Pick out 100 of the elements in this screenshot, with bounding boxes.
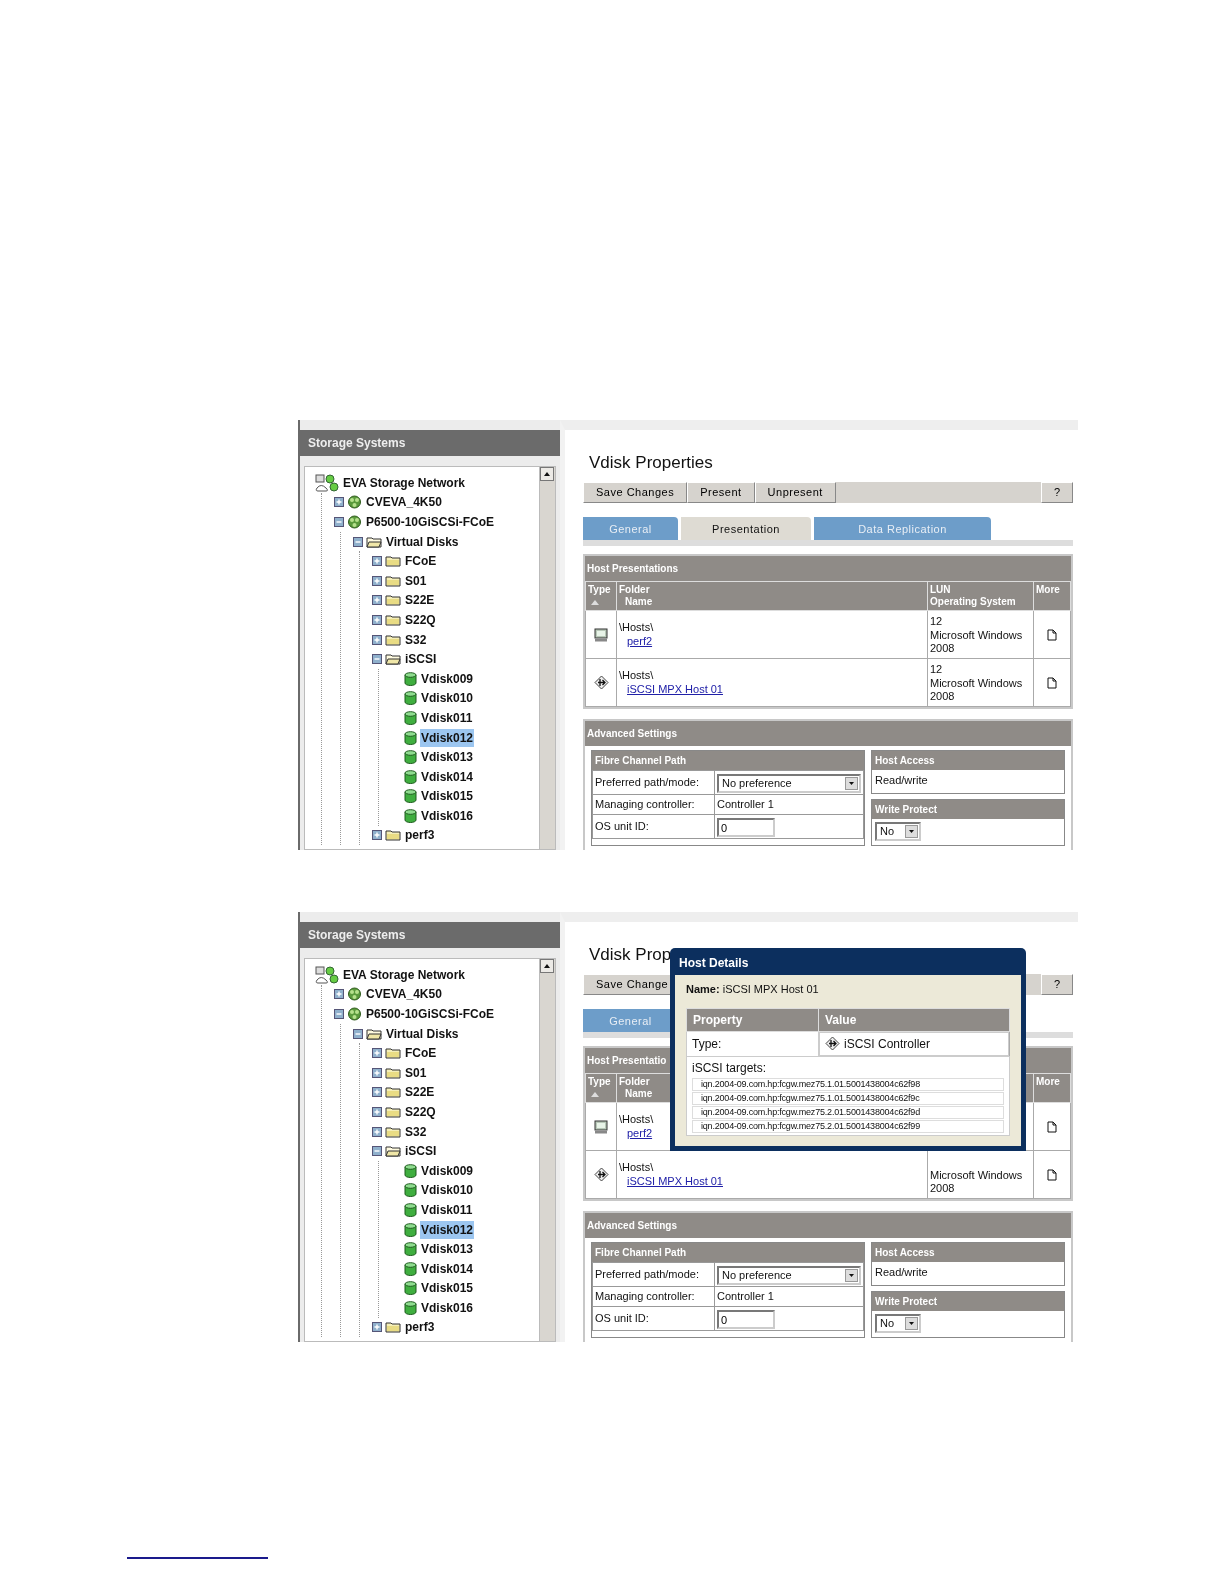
tree-item[interactable]: Vdisk012 xyxy=(420,1220,475,1239)
expand-icon[interactable] xyxy=(372,614,382,625)
scrollbar[interactable] xyxy=(539,467,555,849)
field-label: OS unit ID: xyxy=(595,1312,649,1325)
host-link[interactable]: iSCSI MPX Host 01 xyxy=(619,1174,925,1189)
folder-icon xyxy=(385,1066,401,1079)
tree-item[interactable]: Vdisk015 xyxy=(420,1279,475,1298)
document-icon[interactable] xyxy=(1047,1120,1057,1133)
tree-item[interactable]: CVEVA_4K50 xyxy=(365,493,443,512)
tree-item[interactable]: S22E xyxy=(404,591,436,610)
tree-item[interactable]: Vdisk010 xyxy=(420,1181,475,1200)
cylinder-icon xyxy=(404,1183,417,1198)
tree-item[interactable]: iSCSI xyxy=(404,1142,438,1161)
scroll-up-icon[interactable] xyxy=(540,959,554,973)
tree-item[interactable]: iSCSI xyxy=(404,650,438,669)
collapse-icon[interactable] xyxy=(372,654,382,665)
collapse-icon[interactable] xyxy=(353,1028,363,1039)
folder-icon xyxy=(385,829,401,842)
unit-id-field[interactable]: 0 xyxy=(717,1310,775,1329)
tree-item[interactable]: EVA Storage Network xyxy=(342,965,467,984)
cylinder-icon xyxy=(404,769,417,784)
tree-item[interactable]: S32 xyxy=(404,630,428,649)
folder-icon xyxy=(385,1125,401,1138)
document-icon[interactable] xyxy=(1047,628,1057,641)
tree-item[interactable]: Vdisk010 xyxy=(420,689,475,708)
help-button[interactable]: ? xyxy=(1041,482,1073,503)
expand-icon[interactable] xyxy=(372,1126,382,1137)
network-icon xyxy=(315,965,339,984)
tree-item[interactable]: CVEVA_4K50 xyxy=(365,985,443,1004)
tree-item[interactable]: S22Q xyxy=(404,610,437,629)
tree-item[interactable]: Vdisk014 xyxy=(420,1259,475,1278)
path-dropdown[interactable]: No preference xyxy=(717,774,861,793)
expand-icon[interactable] xyxy=(372,1087,382,1098)
network-icon xyxy=(315,473,339,492)
collapse-icon[interactable] xyxy=(334,517,344,527)
tree-item[interactable]: Vdisk016 xyxy=(420,806,475,825)
folder-icon xyxy=(385,1321,401,1334)
tree-item[interactable]: S01 xyxy=(404,571,428,590)
collapse-icon[interactable] xyxy=(353,536,363,547)
expand-icon[interactable] xyxy=(372,1067,382,1078)
open-folder-icon xyxy=(385,1145,401,1158)
tree-item[interactable]: S22E xyxy=(404,1083,436,1102)
tree-item[interactable]: Vdisk013 xyxy=(420,748,475,767)
tab[interactable]: Presentation xyxy=(681,517,811,540)
host-link[interactable]: perf2 xyxy=(619,634,925,649)
document-icon[interactable] xyxy=(1047,676,1057,689)
toolbar-button[interactable]: Present xyxy=(687,482,755,503)
scroll-up-icon[interactable] xyxy=(540,467,554,481)
tree-item[interactable]: FCoE xyxy=(404,552,438,571)
scrollbar[interactable] xyxy=(539,959,555,1341)
subsection-title: Write Protect xyxy=(872,799,1064,819)
field-value: Controller 1 xyxy=(717,1290,774,1303)
tree-item[interactable]: EVA Storage Network xyxy=(342,473,467,492)
expand-icon[interactable] xyxy=(334,497,344,508)
expand-icon[interactable] xyxy=(372,575,382,586)
protect-dropdown[interactable]: No xyxy=(875,821,921,841)
subsection-title: Host Access xyxy=(872,751,1064,770)
expand-icon[interactable] xyxy=(372,1048,382,1059)
document-icon[interactable] xyxy=(1047,1168,1057,1181)
collapse-icon[interactable] xyxy=(372,1146,382,1157)
tree-item[interactable]: Vdisk011 xyxy=(420,1200,474,1219)
tree-item[interactable]: Vdisk011 xyxy=(420,708,474,727)
unit-id-field[interactable]: 0 xyxy=(717,818,775,837)
tree-item[interactable]: P6500-10GiSCSi-FCoE xyxy=(365,513,496,531)
expand-icon[interactable] xyxy=(372,830,382,841)
expand-icon[interactable] xyxy=(372,1106,382,1117)
expand-icon[interactable] xyxy=(372,556,382,567)
tree-item[interactable]: S01 xyxy=(404,1063,428,1082)
toolbar-button[interactable]: Save Changes xyxy=(583,482,688,503)
field-label: Managing controller: xyxy=(595,1290,695,1303)
collapse-icon[interactable] xyxy=(334,1009,344,1019)
protect-dropdown[interactable]: No xyxy=(875,1313,921,1333)
expand-icon[interactable] xyxy=(372,1322,382,1333)
host-name: Name: iSCSI MPX Host 01 xyxy=(686,982,820,997)
folder-path: \Hosts\ xyxy=(619,668,654,681)
help-button[interactable]: ? xyxy=(1041,974,1073,995)
host-link[interactable]: iSCSI MPX Host 01 xyxy=(619,682,925,697)
target-entry: iqn.2004-09.com.hp:fcgw.mez75.1.01.5001438004c62f9c xyxy=(692,1091,1004,1105)
tree-item[interactable]: Vdisk016 xyxy=(420,1298,475,1317)
tree-item[interactable]: S32 xyxy=(404,1122,428,1141)
tree-item[interactable]: Vdisk013 xyxy=(420,1240,475,1259)
tree-item[interactable]: Vdisk014 xyxy=(420,767,475,786)
tree-item[interactable]: perf3 xyxy=(404,1318,436,1337)
tree-item[interactable]: Virtual Disks xyxy=(385,532,460,551)
path-dropdown[interactable]: No preference xyxy=(717,1266,861,1285)
expand-icon[interactable] xyxy=(334,989,344,1000)
tree-item[interactable]: FCoE xyxy=(404,1044,438,1063)
tree-item[interactable]: Vdisk009 xyxy=(420,669,475,688)
tree-item[interactable]: perf3 xyxy=(404,826,436,845)
caret-icon xyxy=(905,1316,918,1330)
tree-item[interactable]: Vdisk012 xyxy=(420,728,475,747)
expand-icon[interactable] xyxy=(372,595,382,606)
expand-icon[interactable] xyxy=(372,634,382,645)
tree-item[interactable]: S22Q xyxy=(404,1102,437,1121)
tree-item[interactable]: Virtual Disks xyxy=(385,1024,460,1043)
tree-item[interactable]: Vdisk009 xyxy=(420,1161,475,1180)
tree-item[interactable]: P6500-10GiSCSi-FCoE xyxy=(365,1005,496,1023)
toolbar-button[interactable]: Unpresent xyxy=(754,482,836,503)
tree-item[interactable]: Vdisk015 xyxy=(420,787,475,806)
cylinder-icon xyxy=(404,710,417,725)
